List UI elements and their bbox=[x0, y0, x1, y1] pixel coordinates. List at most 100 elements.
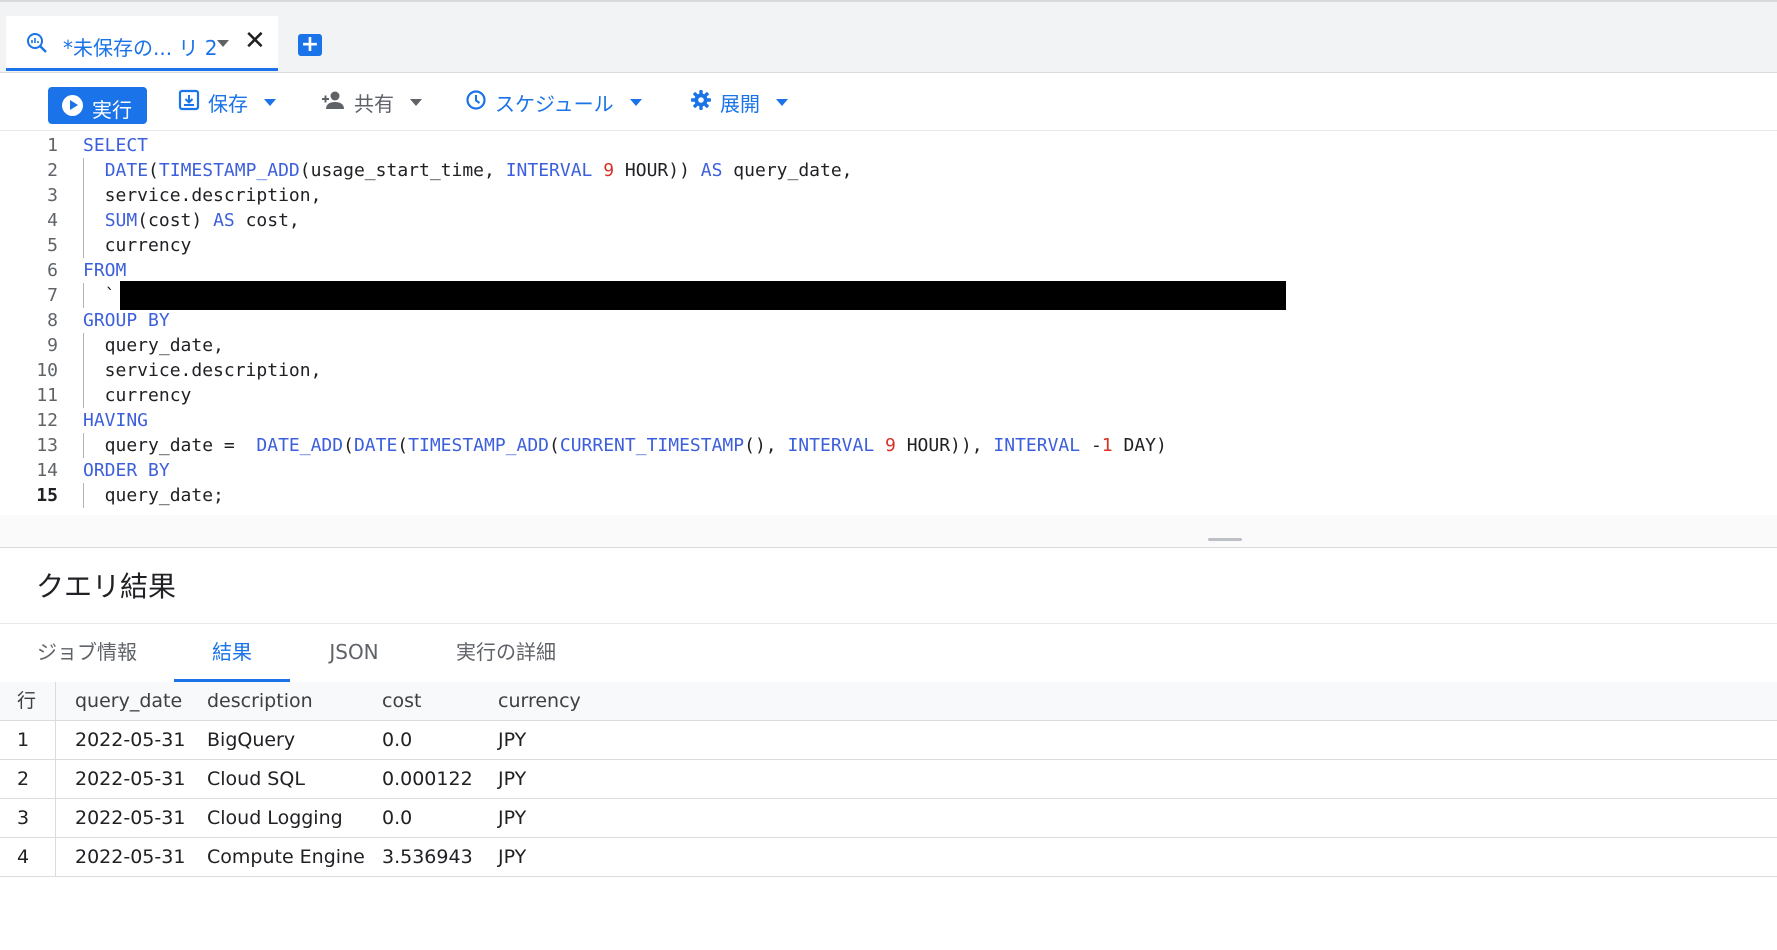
code-text: GROUP BY bbox=[83, 310, 170, 331]
query-toolbar: 実行 保存 共有 スケジュール 展開 bbox=[0, 73, 1777, 131]
cell-cost: 0.0 bbox=[382, 807, 413, 829]
code-line[interactable]: 9 query_date, bbox=[0, 333, 1777, 358]
line-number: 11 bbox=[36, 385, 58, 406]
code-line[interactable]: 6 FROM bbox=[0, 258, 1777, 283]
line-number: 13 bbox=[36, 435, 58, 456]
code-text: currency bbox=[83, 235, 192, 256]
column-header-description[interactable]: description bbox=[207, 682, 313, 720]
gear-icon bbox=[690, 89, 712, 116]
run-button[interactable]: 実行 bbox=[48, 87, 147, 124]
column-header-currency[interactable]: currency bbox=[498, 682, 581, 720]
redacted-table-name bbox=[120, 281, 1286, 310]
editor-tab-strip: *未保存の... リ 2 ✕ + bbox=[0, 2, 1777, 73]
code-line[interactable]: 8 GROUP BY bbox=[0, 308, 1777, 333]
tab-job-info[interactable]: ジョブ情報 bbox=[0, 624, 174, 682]
line-number: 15 bbox=[36, 485, 58, 506]
cell-row-number: 4 bbox=[17, 846, 30, 868]
code-text: query_date, bbox=[83, 335, 224, 356]
schedule-menu-button[interactable]: スケジュール bbox=[465, 85, 642, 119]
save-label: 保存 bbox=[208, 91, 248, 116]
code-line[interactable]: 5 currency bbox=[0, 233, 1777, 258]
query-tab[interactable]: *未保存の... リ 2 ✕ bbox=[6, 16, 278, 71]
table-header-row: 行 query_date description cost currency bbox=[0, 682, 1777, 721]
code-line[interactable]: 1 SELECT bbox=[0, 133, 1777, 158]
cell-cost: 0.000122 bbox=[382, 768, 473, 790]
expand-chevron-down-icon bbox=[776, 98, 788, 106]
tab-json[interactable]: JSON bbox=[290, 624, 418, 682]
line-number: 1 bbox=[47, 135, 58, 156]
line-number: 2 bbox=[47, 160, 58, 181]
run-button-label: 実行 bbox=[92, 98, 132, 122]
cell-row-number: 2 bbox=[17, 768, 30, 790]
line-number: 14 bbox=[36, 460, 58, 481]
line-number: 4 bbox=[47, 210, 58, 231]
new-tab-plus-icon[interactable]: + bbox=[298, 34, 322, 56]
cell-query-date: 2022-05-31 bbox=[75, 807, 186, 829]
code-text: query_date; bbox=[83, 485, 224, 506]
cell-description: Cloud SQL bbox=[207, 768, 305, 790]
line-number: 3 bbox=[47, 185, 58, 206]
cell-cost: 3.536943 bbox=[382, 846, 473, 868]
code-text: DATE(TIMESTAMP_ADD(usage_start_time, INT… bbox=[104, 160, 853, 181]
share-menu-button[interactable]: 共有 bbox=[320, 85, 422, 119]
editor-resize-handle[interactable] bbox=[1208, 538, 1242, 541]
close-tab-icon[interactable]: ✕ bbox=[244, 28, 266, 54]
line-number: 8 bbox=[47, 310, 58, 331]
code-text: service.description, bbox=[83, 360, 322, 381]
code-text: SUM(cost) AS cost, bbox=[104, 210, 300, 231]
sql-editor[interactable]: 1 SELECT 2 DATE(TIMESTAMP_ADD(usage_start_… bbox=[0, 131, 1777, 515]
table-row: 4 2022-05-31 Compute Engine 3.536943 JPY bbox=[0, 838, 1777, 877]
line-number: 10 bbox=[36, 360, 58, 381]
code-line[interactable]: 13 query_date = DATE_ADD(DATE(TIMESTAMP_… bbox=[0, 433, 1777, 458]
cell-currency: JPY bbox=[498, 846, 527, 868]
column-header-row: 行 bbox=[17, 690, 37, 712]
cell-description: Compute Engine bbox=[207, 846, 365, 868]
line-number: 7 bbox=[47, 285, 58, 306]
share-chevron-down-icon bbox=[410, 98, 422, 106]
cell-row-number: 1 bbox=[17, 729, 30, 751]
code-text: ` bbox=[83, 285, 116, 306]
code-line[interactable]: 3 service.description, bbox=[0, 183, 1777, 208]
schedule-label: スケジュール bbox=[495, 91, 614, 116]
code-line[interactable]: 2 DATE(TIMESTAMP_ADD(usage_start_time, I… bbox=[0, 158, 1777, 183]
code-text: query_date = DATE_ADD(DATE(TIMESTAMP_ADD… bbox=[83, 435, 1167, 456]
save-menu-button[interactable]: 保存 bbox=[178, 85, 276, 119]
tab-menu-chevron-down-icon[interactable] bbox=[217, 40, 229, 47]
cell-currency: JPY bbox=[498, 807, 527, 829]
line-number: 12 bbox=[36, 410, 58, 431]
code-text: currency bbox=[83, 385, 192, 406]
clock-icon bbox=[465, 89, 487, 116]
save-icon bbox=[178, 89, 200, 116]
cell-description: Cloud Logging bbox=[207, 807, 343, 829]
tab-results[interactable]: 結果 bbox=[174, 624, 290, 682]
expand-label: 展開 bbox=[720, 91, 760, 116]
code-line[interactable]: 12 HAVING bbox=[0, 408, 1777, 433]
column-header-query-date[interactable]: query_date bbox=[75, 682, 182, 720]
column-header-cost[interactable]: cost bbox=[382, 682, 421, 720]
code-line[interactable]: 10 service.description, bbox=[0, 358, 1777, 383]
query-tab-title: *未保存の... リ 2 bbox=[63, 36, 218, 60]
person-add-icon bbox=[320, 89, 346, 116]
cell-cost: 0.0 bbox=[382, 729, 413, 751]
code-line[interactable]: 15 query_date; bbox=[0, 483, 1777, 508]
code-text: HAVING bbox=[83, 410, 149, 431]
results-tabs: ジョブ情報 結果 JSON 実行の詳細 bbox=[0, 623, 1777, 683]
line-number: 9 bbox=[47, 335, 58, 356]
query-icon bbox=[26, 32, 48, 58]
save-chevron-down-icon bbox=[264, 98, 276, 106]
cell-row-number: 3 bbox=[17, 807, 30, 829]
table-row: 3 2022-05-31 Cloud Logging 0.0 JPY bbox=[0, 799, 1777, 838]
table-row: 2 2022-05-31 Cloud SQL 0.000122 JPY bbox=[0, 760, 1777, 799]
expand-menu-button[interactable]: 展開 bbox=[690, 85, 788, 119]
cell-query-date: 2022-05-31 bbox=[75, 846, 186, 868]
tab-execution-details[interactable]: 実行の詳細 bbox=[418, 624, 594, 682]
editor-footer bbox=[0, 515, 1777, 548]
code-line[interactable]: 4 SUM(cost) AS cost, bbox=[0, 208, 1777, 233]
code-text: SELECT bbox=[83, 135, 149, 156]
line-number: 5 bbox=[47, 235, 58, 256]
code-line[interactable]: 11 currency bbox=[0, 383, 1777, 408]
code-text: ORDER BY bbox=[83, 460, 170, 481]
code-text: FROM bbox=[83, 260, 127, 281]
code-line[interactable]: 14 ORDER BY bbox=[0, 458, 1777, 483]
share-label: 共有 bbox=[354, 91, 394, 116]
